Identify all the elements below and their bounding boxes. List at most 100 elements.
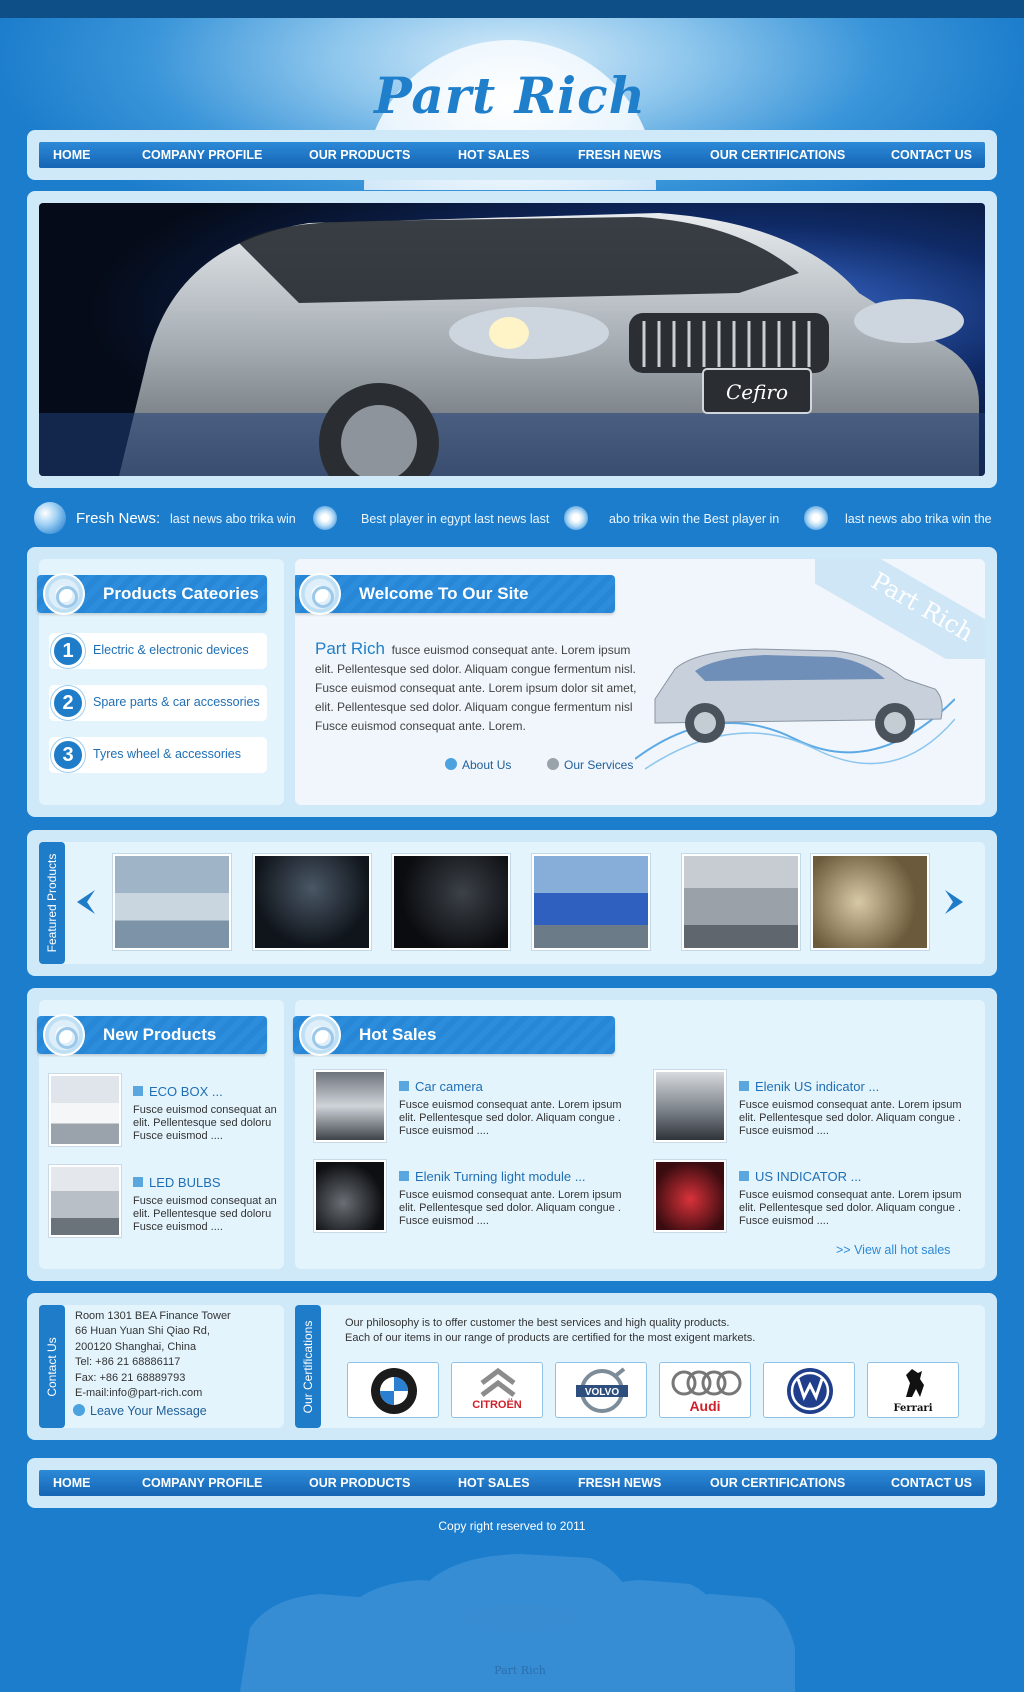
- nav-our-certifications[interactable]: OUR CERTIFICATIONS: [710, 142, 845, 168]
- volvo-logo-icon: VOLVO: [576, 1367, 628, 1413]
- nav-contact-us[interactable]: CONTACT US: [891, 1470, 972, 1496]
- gear-icon: [547, 758, 559, 770]
- new-products-title: New Products: [103, 1025, 217, 1044]
- brand-logo-vw[interactable]: [763, 1362, 855, 1418]
- hot-sales-title: Hot Sales: [359, 1025, 437, 1044]
- news-bullet-icon: [313, 506, 337, 530]
- product-desc: Fusce euismod consequat ante. Lorem ipsu…: [399, 1099, 622, 1137]
- wheel-icon: [43, 573, 85, 615]
- arrow-right-icon[interactable]: [943, 888, 967, 916]
- hot-sales-box: Hot Sales Car camera Fusce euismod conse…: [293, 1000, 985, 1269]
- product-title[interactable]: ECO BOX ...: [133, 1084, 223, 1099]
- info-panel: Contact Us Room 1301 BEA Finance Tower 6…: [27, 1293, 997, 1440]
- product-thumb[interactable]: [654, 1070, 726, 1142]
- product-title[interactable]: US INDICATOR ...: [739, 1169, 861, 1184]
- brand-logo-citroen[interactable]: CITROËN: [451, 1362, 543, 1418]
- welcome-box: Welcome To Our Site Part Rich Part Rich …: [295, 559, 985, 805]
- nav-contact-us[interactable]: CONTACT US: [891, 142, 972, 168]
- contact-line: Fax: +86 21 68889793: [75, 1372, 186, 1384]
- welcome-title: Welcome To Our Site: [359, 584, 529, 603]
- main-nav: HOME COMPANY PROFILE OUR PRODUCTS HOT SA…: [39, 142, 985, 168]
- bullet-square-icon: [399, 1171, 409, 1181]
- news-item[interactable]: Best player in egypt last news last: [361, 512, 549, 526]
- wheel-icon: [299, 573, 341, 615]
- product-title[interactable]: Car camera: [399, 1079, 483, 1094]
- brand-logo-volvo[interactable]: VOLVO: [555, 1362, 647, 1418]
- nav-home[interactable]: HOME: [53, 142, 91, 168]
- category-label: Electric & electronic devices: [93, 643, 249, 657]
- bullet-square-icon: [739, 1081, 749, 1091]
- copyright-text: Copy right reserved to 2011: [438, 1519, 586, 1533]
- certifications-line: Each of our items in our range of produc…: [345, 1332, 756, 1344]
- news-bullet-icon: [804, 506, 828, 530]
- product-thumb[interactable]: [314, 1070, 386, 1142]
- category-number: 1: [51, 634, 85, 668]
- product-thumb[interactable]: [314, 1160, 386, 1232]
- brand-name: Audi: [689, 1398, 721, 1414]
- nav-our-certifications[interactable]: OUR CERTIFICATIONS: [710, 1470, 845, 1496]
- bullet-square-icon: [133, 1086, 143, 1096]
- view-all-hot-sales-link[interactable]: >> View all hot sales: [836, 1243, 950, 1257]
- globe-icon: [34, 502, 66, 534]
- nav-company-profile[interactable]: COMPANY PROFILE: [142, 1470, 262, 1496]
- nav-hot-sales[interactable]: HOT SALES: [458, 142, 530, 168]
- product-thumb[interactable]: [654, 1160, 726, 1232]
- news-item[interactable]: last news abo trika win: [170, 512, 296, 526]
- wheel-icon: [43, 1014, 85, 1056]
- certifications-label-tab: Our Certifications: [295, 1305, 321, 1428]
- brand-name: CITROËN: [472, 1399, 522, 1411]
- product-thumb[interactable]: [49, 1165, 121, 1237]
- about-us-link[interactable]: About Us: [445, 758, 511, 772]
- featured-thumb[interactable]: [532, 854, 650, 950]
- product-title[interactable]: Elenik Turning light module ...: [399, 1169, 586, 1184]
- brand-logo-bmw[interactable]: [347, 1362, 439, 1418]
- brand-logo-audi[interactable]: Audi: [659, 1362, 751, 1418]
- category-item[interactable]: 1 Electric & electronic devices: [49, 633, 267, 669]
- our-services-link[interactable]: Our Services: [547, 758, 633, 772]
- category-item[interactable]: 2 Spare parts & car accessories: [49, 685, 267, 721]
- bullet-square-icon: [399, 1081, 409, 1091]
- categories-title: Products Cateories: [103, 584, 259, 603]
- product-thumb[interactable]: [49, 1074, 121, 1146]
- brand-logo-ferrari[interactable]: Ferrari: [867, 1362, 959, 1418]
- audi-logo-icon: [671, 1370, 742, 1396]
- category-item[interactable]: 3 Tyres wheel & accessories: [49, 737, 267, 773]
- nav-our-products[interactable]: OUR PRODUCTS: [309, 142, 410, 168]
- news-item[interactable]: abo trika win the Best player in: [609, 512, 779, 526]
- contact-line: Room 1301 BEA Finance Tower: [75, 1310, 231, 1322]
- new-products-header: New Products: [37, 1014, 267, 1056]
- product-desc: Fusce euismod consequat ante. Lorem ipsu…: [739, 1189, 962, 1227]
- nav-our-products[interactable]: OUR PRODUCTS: [309, 1470, 410, 1496]
- arrow-left-icon[interactable]: [73, 888, 97, 916]
- featured-thumb[interactable]: [682, 854, 800, 950]
- contact-email[interactable]: E-mail:info@part-rich.com: [75, 1386, 202, 1401]
- nav-fresh-news[interactable]: FRESH NEWS: [578, 142, 661, 168]
- product-title[interactable]: Elenik US indicator ...: [739, 1079, 879, 1094]
- nav-hot-sales[interactable]: HOT SALES: [458, 1470, 530, 1496]
- news-ticker: Fresh News: last news abo trika win Best…: [27, 498, 997, 538]
- bullet-square-icon: [739, 1171, 749, 1181]
- site-logo[interactable]: Part Rich: [364, 66, 656, 125]
- featured-thumb[interactable]: [811, 854, 929, 950]
- nav-home[interactable]: HOME: [53, 1470, 91, 1496]
- welcome-header: Welcome To Our Site: [295, 573, 615, 615]
- info-icon: [445, 758, 457, 770]
- brand-name: VOLVO: [585, 1387, 619, 1398]
- nav-company-profile[interactable]: COMPANY PROFILE: [142, 142, 262, 168]
- featured-thumb[interactable]: [113, 854, 231, 950]
- leave-message-link[interactable]: Leave Your Message: [73, 1404, 207, 1418]
- featured-thumb[interactable]: [253, 854, 371, 950]
- product-title[interactable]: LED BULBS: [133, 1175, 221, 1190]
- featured-thumb[interactable]: [392, 854, 510, 950]
- nav-fresh-news[interactable]: FRESH NEWS: [578, 1470, 661, 1496]
- certifications-box: Our Certifications Our philosophy is to …: [295, 1305, 985, 1428]
- category-label: Spare parts & car accessories: [93, 695, 260, 709]
- featured-panel: Featured Products: [27, 830, 997, 976]
- hero-badge-text: Cefiro: [726, 380, 788, 404]
- categories-box: Products Cateories 1 Electric & electron…: [37, 559, 284, 805]
- certifications-line: Our philosophy is to offer customer the …: [345, 1317, 730, 1329]
- news-item[interactable]: last news abo trika win the: [845, 512, 992, 526]
- wheel-icon: [299, 1014, 341, 1056]
- brand-name: Ferrari: [893, 1403, 933, 1414]
- contact-label-tab: Contact Us: [39, 1305, 65, 1428]
